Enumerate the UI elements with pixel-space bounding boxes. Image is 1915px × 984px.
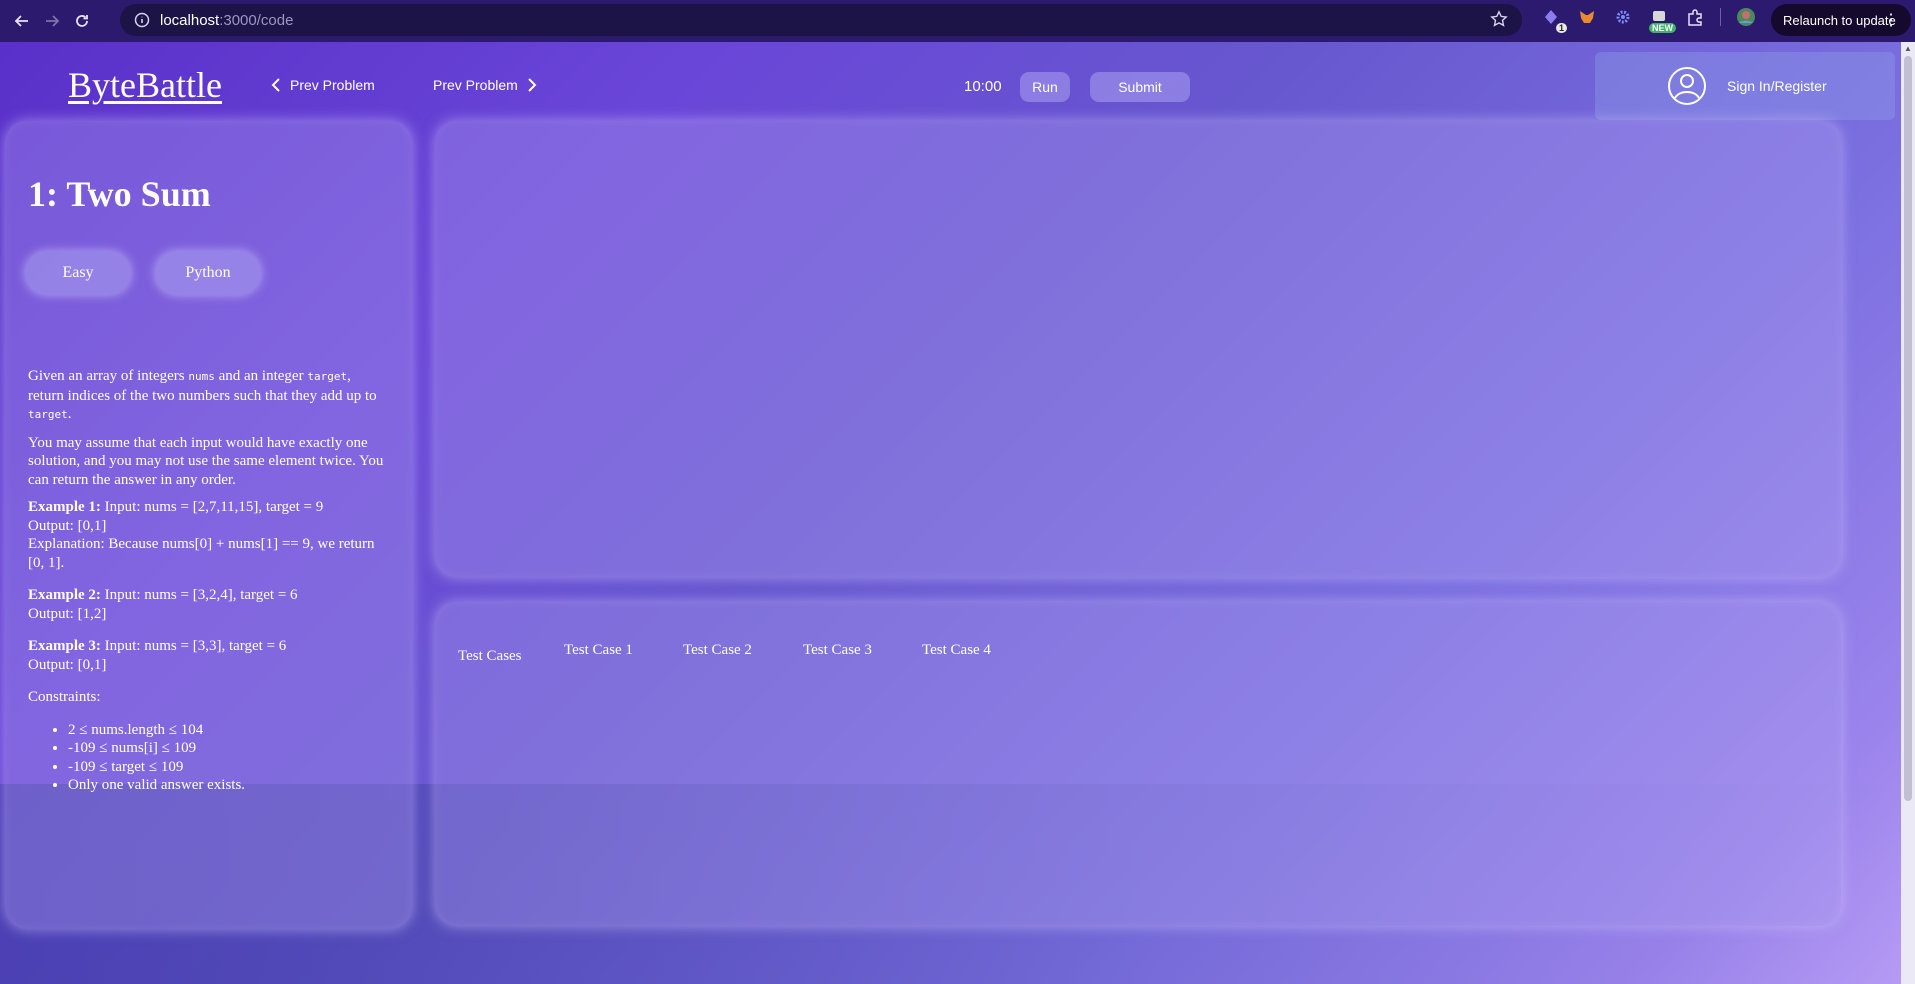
puzzle-extensions-icon[interactable] — [1684, 6, 1706, 28]
chevron-left-icon — [270, 78, 282, 92]
app-page: ▲ ByteBattle Prev Problem Prev Problem 1… — [0, 42, 1915, 984]
site-logo[interactable]: ByteBattle — [68, 64, 222, 106]
description-paragraph-2: You may assume that each input would hav… — [28, 434, 384, 488]
constraints-label: Constraints: — [28, 689, 101, 705]
problem-panel: 1: Two Sum Easy Python Given an array of… — [5, 121, 412, 929]
constraint-item: -109 ≤ target ≤ 109 — [68, 758, 388, 777]
constraint-item: 2 ≤ nums.length ≤ 104 — [68, 721, 388, 740]
tab-test-case-3[interactable]: Test Case 3 — [803, 642, 872, 659]
problem-description: Given an array of integers nums and an i… — [28, 367, 388, 795]
new-badge: NEW — [1649, 23, 1676, 33]
sign-in-register-button[interactable]: Sign In/Register — [1595, 52, 1895, 120]
page-scrollbar[interactable]: ▲ — [1901, 42, 1915, 984]
test-cases-panel: Test Cases Test Case 1 Test Case 2 Test … — [435, 602, 1841, 926]
submit-button[interactable]: Submit — [1090, 72, 1190, 102]
scrollbar-thumb[interactable] — [1904, 56, 1912, 801]
tab-test-case-1[interactable]: Test Case 1 — [564, 642, 633, 659]
chevron-right-icon — [526, 78, 538, 92]
url-path: :3000/code — [219, 11, 294, 29]
prev-problem-left-label: Prev Problem — [290, 77, 375, 93]
sign-in-register-label: Sign In/Register — [1727, 78, 1827, 94]
scroll-up-icon[interactable]: ▲ — [1904, 44, 1912, 53]
extensions-tray: 1 NEW — [1540, 6, 1757, 33]
user-account-icon — [1667, 66, 1707, 106]
language-tag[interactable]: Python — [155, 251, 261, 295]
description-paragraph-1: Given an array of integers nums and an i… — [28, 368, 377, 422]
code-editor-panel[interactable] — [435, 121, 1841, 577]
profile-avatar-icon[interactable] — [1735, 6, 1757, 28]
reload-icon[interactable] — [68, 7, 96, 35]
forward-arrow-icon[interactable] — [38, 7, 66, 35]
menu-dots-icon[interactable]: ⋮ — [1883, 10, 1899, 30]
run-button[interactable]: Run — [1020, 72, 1070, 102]
extension-1-icon[interactable]: 1 — [1540, 6, 1567, 33]
browser-toolbar: localhost:3000/code 1 NEW Relaunch to up… — [0, 0, 1915, 42]
tab-test-case-2[interactable]: Test Case 2 — [683, 642, 752, 659]
example-2: Example 2: Input: nums = [3,2,4], target… — [28, 587, 298, 622]
url-host: localhost — [160, 11, 220, 29]
constraints-list: 2 ≤ nums.length ≤ 104 -109 ≤ nums[i] ≤ 1… — [68, 721, 388, 795]
tab-test-cases[interactable]: Test Cases — [458, 648, 522, 665]
prev-problem-right-link[interactable]: Prev Problem — [433, 77, 538, 93]
constraint-item: -109 ≤ nums[i] ≤ 109 — [68, 739, 388, 758]
site-info-icon[interactable] — [134, 12, 150, 28]
example-3: Example 3: Input: nums = [3,3], target =… — [28, 638, 287, 673]
problem-title: 1: Two Sum — [28, 174, 211, 214]
constraint-item: Only one valid answer exists. — [68, 776, 388, 795]
address-bar[interactable]: localhost:3000/code — [120, 4, 1522, 36]
example-1: Example 1: Input: nums = [2,7,11,15], ta… — [28, 499, 375, 571]
bookmark-star-icon[interactable] — [1490, 10, 1508, 32]
toolbar-divider — [1720, 8, 1721, 26]
relaunch-label: Relaunch to update — [1783, 12, 1896, 28]
gear-extension-icon[interactable] — [1612, 6, 1634, 28]
countdown-timer: 10:00 — [964, 78, 1002, 95]
difficulty-tag[interactable]: Easy — [25, 251, 131, 295]
new-extension-icon[interactable]: NEW — [1648, 6, 1676, 33]
tab-test-case-4[interactable]: Test Case 4 — [922, 642, 991, 659]
prev-problem-left-link[interactable]: Prev Problem — [270, 77, 375, 93]
metamask-fox-icon[interactable] — [1576, 6, 1598, 28]
prev-problem-right-label: Prev Problem — [433, 77, 518, 93]
relaunch-button[interactable]: Relaunch to update ⋮ — [1771, 4, 1911, 36]
extension-badge: 1 — [1555, 23, 1567, 33]
back-arrow-icon[interactable] — [8, 7, 36, 35]
